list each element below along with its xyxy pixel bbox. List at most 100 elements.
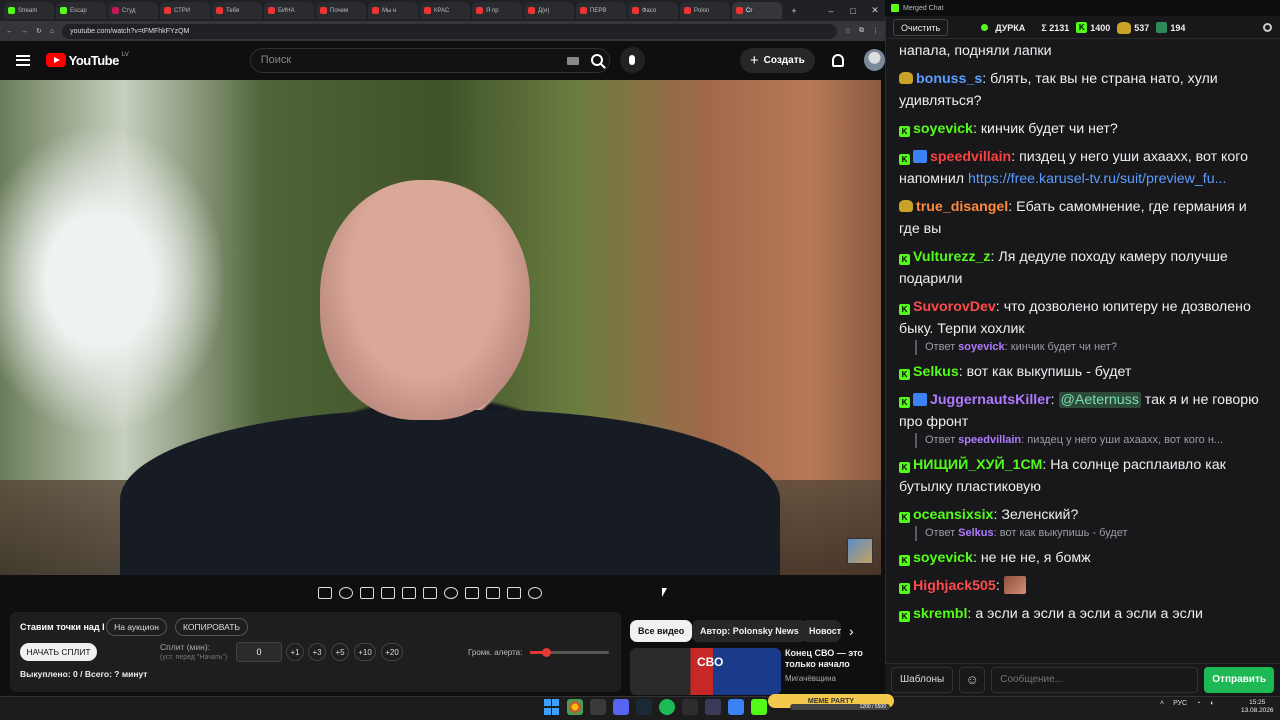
browser-tab[interactable]: БИНА [264,2,314,19]
discord-icon[interactable] [613,699,629,715]
browser-tab[interactable]: Сг [732,2,782,19]
chevron-right-icon[interactable]: › [849,623,854,639]
url-field[interactable]: youtube.com/watch?v=tFMFhkFYzQM [62,23,837,39]
extensions-icon[interactable]: ⧉ [859,27,864,35]
chat-link[interactable]: https://free.karusel-tv.ru/suit/preview_… [968,171,1226,187]
reply-username[interactable]: soyevick [958,341,1004,353]
chrome-icon[interactable] [567,699,583,715]
templates-button[interactable]: Шаблоны [891,666,954,693]
channel-watermark[interactable] [847,538,873,564]
chat-username[interactable]: Vulturezz_z [913,249,991,265]
language-indicator[interactable]: РУС [1173,700,1187,707]
bookmark-icon[interactable]: ☆ [845,27,851,35]
steam-icon[interactable] [636,699,652,715]
reply-context[interactable]: Ответ soyevick: кинчик будет чи нет? [915,340,1270,355]
theater-icon[interactable] [423,587,437,599]
browser-tab[interactable]: Мы н [368,2,418,19]
kick-app-icon[interactable] [751,699,767,715]
emoji-icon[interactable]: ☺ [959,666,986,693]
reply-context[interactable]: Ответ speedvillain: пиздец у него уши ах… [915,433,1270,448]
send-button[interactable]: Отправить [1204,666,1274,693]
loop-icon[interactable] [318,587,332,599]
back-icon[interactable]: ← [6,28,13,35]
copy-button[interactable]: КОПИРОВАТЬ [175,618,248,636]
minimize-icon[interactable]: – [821,6,841,16]
gear-icon[interactable] [528,587,542,599]
terminal-icon[interactable] [705,699,721,715]
browser-tab[interactable]: Тебя [212,2,262,19]
browser-tab[interactable]: Stream [4,2,54,19]
screen-settings-icon[interactable] [360,587,374,599]
add-clip-icon[interactable] [465,587,479,599]
telegram-icon[interactable] [728,699,744,715]
broadcast-icon[interactable] [339,587,353,599]
chat-username[interactable]: true_disangel [916,199,1008,215]
chat-username[interactable]: bonuss_s [916,71,982,87]
clapper-icon[interactable] [381,587,395,599]
auction-button[interactable]: На аукцион [106,618,167,636]
keyboard-icon[interactable] [566,56,579,65]
browser-tab[interactable]: Студ [108,2,158,19]
add-10-button[interactable]: +10 [354,643,376,661]
add-5-button[interactable]: +5 [331,643,349,661]
browser-tab[interactable]: Я пр [472,2,522,19]
chat-settings-gear-icon[interactable] [1263,23,1272,32]
chat-username[interactable]: oceansixsix [913,507,993,523]
close-icon[interactable]: ✕ [865,5,885,16]
browser-tab[interactable]: Escap [56,2,106,19]
browser-tab[interactable]: Polon [680,2,730,19]
chat-username[interactable]: skrembl [913,606,967,622]
recommended-video-channel[interactable]: Мигачёвщина [785,674,836,683]
screenshot-icon[interactable] [486,587,500,599]
browser-tab[interactable]: Д(и) [524,2,574,19]
maximize-icon[interactable]: □ [843,6,863,16]
chat-username[interactable]: Selkus [913,364,959,380]
search-icon[interactable] [590,53,603,66]
spotify-icon[interactable] [659,699,675,715]
browser-tab[interactable]: Почем [316,2,366,19]
chip-author[interactable]: Автор: Polonsky News [692,620,807,642]
chat-username[interactable]: soyevick [913,550,973,566]
home-icon[interactable]: ⌂ [50,28,54,35]
chip-all-videos[interactable]: Все видео [630,620,693,642]
youtube-logo[interactable]: YouTube LV [45,52,129,68]
mention[interactable]: @Aeternuss [1058,392,1141,408]
chat-username[interactable]: soyevick [913,121,973,137]
frame-icon[interactable] [402,587,416,599]
add-20-button[interactable]: +20 [381,643,403,661]
chip-news[interactable]: Новости [801,620,841,642]
chat-username[interactable]: SuvorovDev [913,299,996,315]
recommended-video-title[interactable]: Конец СВО — это только начало [785,648,875,670]
speed-icon[interactable] [444,587,458,599]
chat-username[interactable]: speedvillain [930,149,1011,165]
flask-icon[interactable] [507,587,521,599]
chat-message-input[interactable] [991,666,1199,693]
reply-username[interactable]: speedvillain [958,434,1021,446]
chat-username[interactable]: Highjack505 [913,578,996,594]
browser-tab[interactable]: Фасо [628,2,678,19]
wifi-icon[interactable]: ◔ [1196,700,1200,707]
avatar[interactable] [863,49,885,71]
create-button[interactable]: + Создать [739,47,815,73]
chat-username[interactable]: JuggernautsKiller [930,392,1051,408]
browser-tab[interactable]: ПЕРВ [576,2,626,19]
chat-username[interactable]: НИЩИЙ_ХУЙ_1СМ [913,457,1042,473]
search-input[interactable]: Поиск [249,47,610,73]
obs-icon[interactable] [682,699,698,715]
tray-chevron-icon[interactable]: ˄ [1160,700,1164,707]
voice-search-button[interactable] [619,47,645,73]
forward-icon[interactable]: → [21,28,28,35]
hamburger-menu-icon[interactable] [16,54,30,66]
volume-icon[interactable]: ◖ [1209,700,1213,707]
windows-start-icon[interactable] [544,699,560,715]
browser-tab[interactable]: СТРИ [160,2,210,19]
reload-icon[interactable]: ↻ [36,27,42,35]
add-3-button[interactable]: +3 [308,643,326,661]
taskbar-clock[interactable]: 15:25 13.08.2026 [1241,699,1274,715]
new-tab-icon[interactable]: + [784,6,804,16]
browser-tab[interactable]: КРАС [420,2,470,19]
browser-menu-icon[interactable]: ⋮ [872,27,879,35]
alert-volume-knob[interactable] [541,648,551,657]
start-split-button[interactable]: НАЧАТЬ СПЛИТ [20,643,97,661]
clear-chat-button[interactable]: Очистить [893,19,949,36]
